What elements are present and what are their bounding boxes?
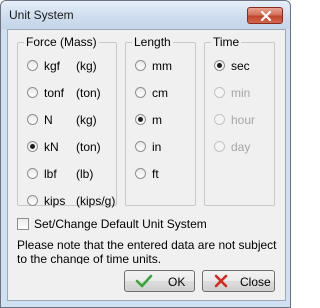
radio-selected-dot [30, 144, 35, 149]
radio-label: sec [231, 59, 250, 73]
default-unit-checkbox[interactable] [17, 218, 29, 230]
radio-time-day: day [214, 139, 270, 155]
radio-force-kn[interactable]: kN (ton) [27, 139, 113, 155]
radio-force-n[interactable]: N (kg) [27, 112, 113, 128]
length-group-title: Length [132, 35, 173, 49]
radio-length-mm[interactable]: mm [135, 58, 191, 74]
radio-force-kgf[interactable]: kgf (kg) [27, 58, 113, 74]
time-group-title: Time [211, 35, 242, 49]
radio-force-lbf[interactable]: lbf (lb) [27, 166, 113, 182]
radio-button[interactable] [27, 141, 38, 152]
close-button[interactable]: Close [202, 270, 275, 292]
mass-unit-label: (kg) [76, 113, 97, 127]
length-group: Length mm cm m in ft [125, 35, 196, 206]
radio-button [214, 141, 225, 152]
radio-force-kips[interactable]: kips (kips/g) [27, 193, 116, 209]
title-bar: Unit System [1, 1, 290, 29]
radio-button[interactable] [27, 195, 38, 206]
radio-button[interactable] [135, 87, 146, 98]
radio-selected-dot [217, 63, 222, 68]
radio-length-cm[interactable]: cm [135, 85, 191, 101]
window-title: Unit System [9, 8, 74, 22]
radio-label: mm [152, 59, 172, 73]
radio-label: ft [152, 167, 159, 181]
mass-unit-label: (ton) [76, 140, 101, 154]
radio-label: day [231, 140, 251, 154]
radio-button[interactable] [135, 168, 146, 179]
radio-button[interactable] [135, 141, 146, 152]
time-group: Time sec min hour day [204, 35, 275, 206]
radio-button[interactable] [214, 60, 225, 71]
radio-label: cm [152, 86, 168, 100]
radio-button[interactable] [135, 114, 146, 125]
mass-unit-label: (lb) [76, 167, 94, 181]
close-icon [214, 274, 228, 288]
radio-button[interactable] [135, 60, 146, 71]
radio-label: kgf [44, 59, 61, 73]
radio-button[interactable] [27, 60, 38, 71]
radio-label: min [231, 86, 251, 100]
radio-label: in [152, 140, 162, 154]
force-mass-group-title: Force (Mass) [24, 35, 99, 49]
ok-button[interactable]: OK [124, 270, 195, 292]
close-icon [260, 11, 272, 21]
radio-label: m [152, 113, 162, 127]
radio-label: kN [44, 140, 59, 154]
title-close-button[interactable] [247, 7, 283, 24]
radio-label: lbf [44, 167, 57, 181]
radio-length-m[interactable]: m [135, 112, 191, 128]
radio-length-in[interactable]: in [135, 139, 191, 155]
ok-button-label: OK [168, 275, 186, 289]
mass-unit-label: (kg) [76, 59, 97, 73]
mass-unit-label: (ton) [76, 86, 101, 100]
radio-force-tonf[interactable]: tonf (ton) [27, 85, 113, 101]
radio-button [214, 87, 225, 98]
radio-selected-dot [138, 117, 143, 122]
mass-unit-label: (kips/g) [76, 194, 116, 208]
radio-label: hour [231, 113, 256, 127]
radio-length-ft[interactable]: ft [135, 166, 191, 182]
radio-time-hour: hour [214, 112, 270, 128]
radio-button[interactable] [27, 168, 38, 179]
time-units-note: Please note that the entered data are no… [17, 238, 277, 264]
force-mass-group: Force (Mass) kgf (kg) tonf (ton) N (kg) … [17, 35, 117, 209]
dialog-body: Force (Mass) kgf (kg) tonf (ton) N (kg) … [7, 29, 286, 301]
close-button-label: Close [240, 275, 271, 289]
radio-time-min: min [214, 85, 270, 101]
unit-system-dialog: Unit System Force (Mass) kgf (kg) tonf (… [0, 0, 291, 308]
check-icon [135, 274, 153, 288]
radio-label: tonf [44, 86, 65, 100]
radio-label: N [44, 113, 53, 127]
radio-label: kips [44, 194, 66, 208]
radio-button[interactable] [27, 114, 38, 125]
radio-button[interactable] [27, 87, 38, 98]
default-unit-checkbox-label[interactable]: Set/Change Default Unit System [34, 216, 207, 232]
radio-time-sec[interactable]: sec [214, 58, 270, 74]
radio-button [214, 114, 225, 125]
